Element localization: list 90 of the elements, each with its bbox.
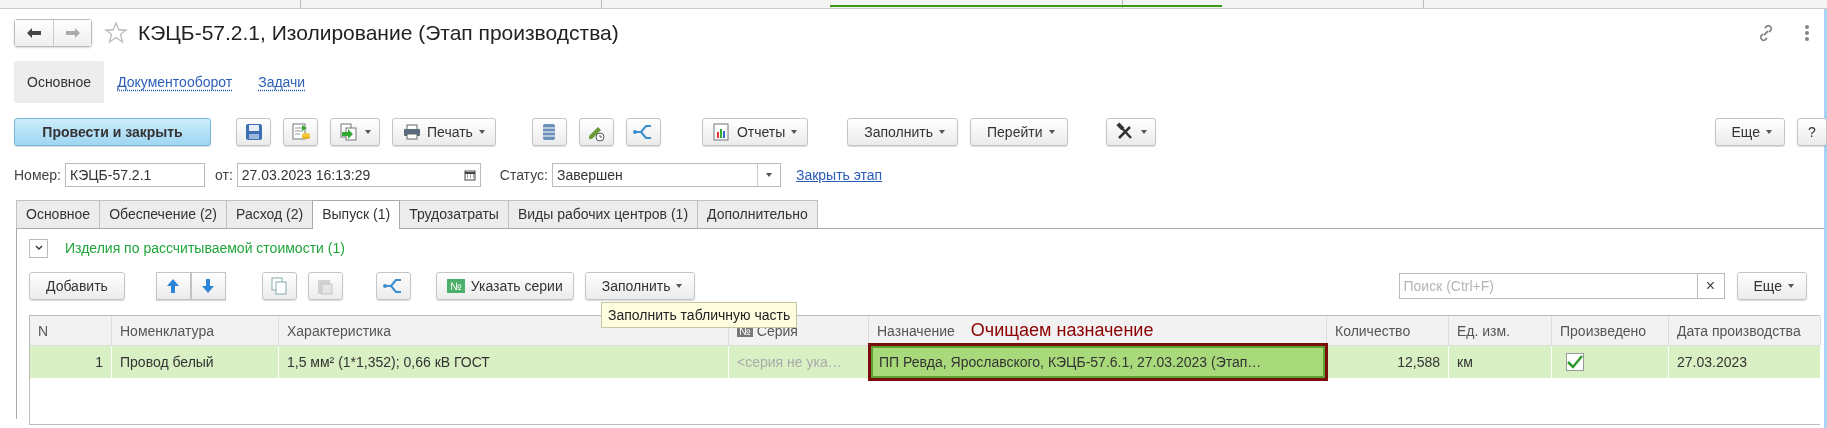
report-chart-icon — [712, 123, 731, 141]
arrow-down-icon — [201, 278, 216, 294]
structure-button[interactable] — [375, 272, 411, 300]
annotation-text: Очищаем назначение — [970, 320, 1154, 341]
tab[interactable]: Трудозатраты — [399, 200, 509, 228]
table-cell[interactable]: ПП Ревда, Ярославского, КЭЦБ-57.6.1, 27.03.2023 (Этап… — [871, 346, 1325, 378]
table-cell: км — [1449, 346, 1552, 378]
floppy-icon — [244, 123, 263, 141]
group-title: Изделия по рассчитываемой стоимости (1) — [65, 240, 345, 256]
stack-icon — [542, 123, 557, 141]
column-header[interactable]: Количество — [1335, 322, 1411, 339]
structure-button[interactable] — [625, 118, 661, 146]
move-up-button[interactable] — [155, 272, 191, 300]
table-cell: Провод белый — [112, 346, 279, 378]
tab[interactable]: Выпуск (1) — [312, 200, 401, 229]
caret-icon — [1788, 284, 1794, 288]
post-button[interactable] — [283, 118, 318, 146]
branch-icon — [383, 277, 404, 295]
checkbox[interactable] — [1566, 353, 1584, 371]
tab[interactable]: Обеспечение (2) — [99, 200, 227, 228]
status-dropdown[interactable]: Завершен — [551, 163, 781, 187]
caret-icon — [1048, 130, 1055, 134]
section-link[interactable]: Основное — [14, 61, 105, 103]
calendar-icon[interactable] — [463, 169, 476, 181]
tooltip: Заполнить табличную часть — [601, 302, 798, 328]
field-label: Статус: — [499, 167, 548, 183]
tab[interactable]: Основное — [16, 200, 101, 228]
move-down-button[interactable] — [190, 272, 226, 300]
date-field[interactable]: 27.03.2023 16:13:29 — [236, 163, 481, 187]
tab[interactable]: Дополнительно — [697, 200, 818, 228]
branch-icon — [633, 123, 654, 141]
caret-icon — [676, 284, 683, 288]
more-button[interactable]: Еще — [1736, 272, 1807, 300]
tab[interactable]: Расход (2) — [226, 200, 314, 228]
field-label: от: — [215, 167, 233, 183]
tools-button[interactable] — [1105, 118, 1156, 146]
column-header[interactable]: Дата производства — [1677, 322, 1801, 339]
save-button[interactable] — [236, 118, 271, 146]
help-button[interactable]: ? — [1797, 118, 1827, 146]
back-button[interactable] — [15, 20, 53, 46]
caret-icon — [1140, 130, 1147, 134]
post-and-close-button[interactable]: Провести и закрыть — [14, 118, 211, 146]
add-button[interactable]: Добавить — [29, 272, 125, 300]
field-label: Номер: — [14, 167, 61, 183]
reports-button[interactable]: Отчеты — [701, 118, 809, 146]
table-cell: 1 — [30, 346, 112, 378]
print-button[interactable]: Печать — [392, 118, 496, 146]
edit-history-button[interactable] — [578, 118, 614, 146]
section-link[interactable]: Задачи — [245, 61, 319, 103]
table-cell: 12,588 — [1327, 346, 1449, 378]
list-button[interactable] — [531, 118, 567, 146]
caret-icon — [791, 130, 798, 134]
column-header[interactable]: Произведено — [1560, 322, 1647, 339]
caret-icon — [765, 173, 772, 177]
document-coins-icon — [290, 122, 311, 142]
table-cell: 27.03.2023 — [1669, 346, 1821, 378]
column-header[interactable]: Ед. изм. — [1457, 322, 1511, 339]
caret-icon — [1766, 130, 1772, 134]
column-header[interactable]: Назначение — [877, 322, 955, 339]
caret-icon — [365, 130, 371, 134]
more-icon[interactable] — [1804, 24, 1810, 42]
column-header[interactable]: N — [38, 322, 49, 339]
section-link[interactable]: Документооборот — [104, 61, 246, 103]
arrow-up-icon — [166, 278, 181, 294]
clipboard-icon — [317, 277, 334, 295]
window-title: КЭЦБ-57.2.1, Изолирование (Этап производства) — [138, 21, 619, 45]
clear-button[interactable]: × — [1696, 273, 1725, 299]
documents-arrow-icon — [339, 122, 359, 142]
printer-icon — [403, 124, 421, 140]
caret-icon — [939, 130, 945, 134]
column-header[interactable]: Номенклатура — [120, 322, 214, 339]
number-field[interactable]: КЭЦБ-57.2.1 — [65, 163, 205, 187]
column-header[interactable]: Характеристика — [287, 322, 392, 339]
specify-series-button[interactable]: № Указать серии — [435, 272, 574, 300]
star-icon[interactable] — [104, 21, 128, 45]
copy-icon — [271, 277, 288, 295]
tab[interactable]: Виды рабочих центров (1) — [507, 200, 699, 228]
fill-button[interactable]: Заполнить — [847, 118, 958, 146]
number-sign-icon: № — [446, 279, 465, 293]
more-button[interactable]: Еще — [1714, 118, 1785, 146]
arrow-left-icon — [26, 27, 42, 39]
fill-button[interactable]: Заполнить — [584, 272, 696, 300]
table-cell: 1,5 мм² (1*1,352); 0,66 кВ ГОСТ — [279, 346, 729, 378]
collapse-toggle[interactable] — [29, 238, 48, 258]
create-based-button[interactable] — [330, 118, 380, 146]
close-stage-link[interactable]: Закрыть этап — [795, 167, 883, 183]
go-to-button[interactable]: Перейти — [970, 118, 1068, 146]
caret-icon — [478, 130, 485, 134]
checkmark-icon — [1567, 355, 1583, 369]
arrow-right-icon — [64, 27, 81, 39]
